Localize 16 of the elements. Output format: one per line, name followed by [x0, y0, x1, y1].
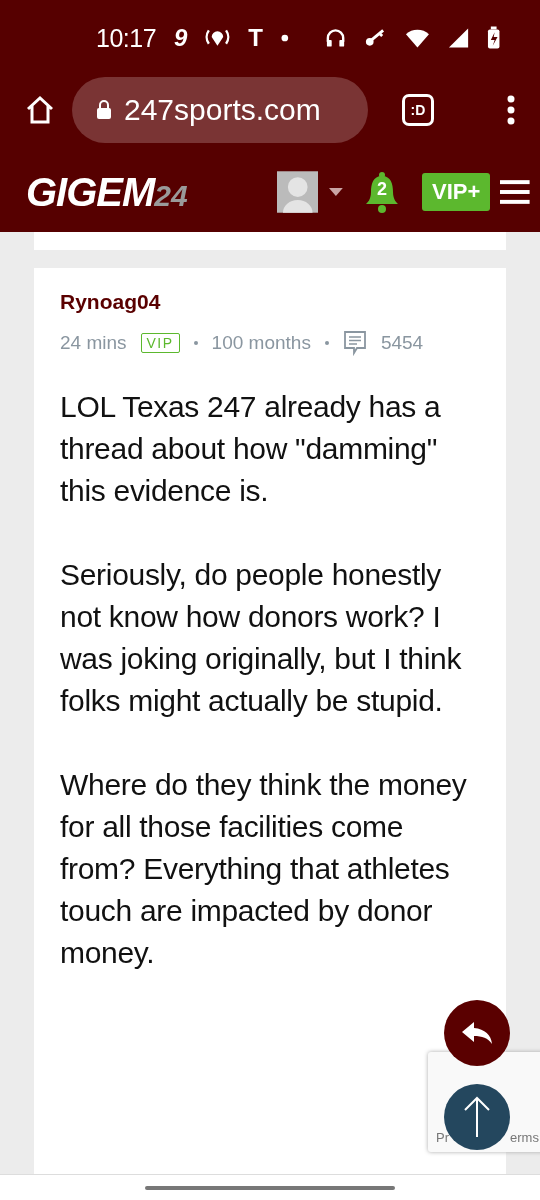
address-bar[interactable]: 247sports.com: [72, 77, 368, 143]
member-tenure: 100 months: [211, 332, 311, 354]
post-paragraph: Where do they think the money for all those facilities come from? Everything that athletes touch are impacted by donor money.: [60, 767, 468, 971]
vip-badge: VIP: [140, 333, 180, 353]
post-age: 24 mins: [60, 332, 127, 354]
post-paragraph: LOL Texas 247 already has a thread about how "damming" this evidence is.: [60, 389, 442, 509]
recaptcha-text: erms: [510, 1130, 539, 1145]
notification-glyph: T: [248, 24, 263, 52]
post-count: 5454: [380, 332, 424, 354]
recaptcha-text: Pr: [436, 1130, 449, 1145]
site-logo[interactable]: GIGEM24: [26, 169, 267, 215]
post-paragraph: Seriously, do people honestly not know how donors work? I was joking originally, but I think folks might actually be stupid.: [60, 557, 463, 719]
tab-switcher-button[interactable]: :D: [402, 94, 434, 126]
status-time: 10:17: [96, 23, 157, 53]
notification-glyph: 9: [174, 24, 188, 52]
author-link[interactable]: Rynoag04: [60, 290, 480, 314]
